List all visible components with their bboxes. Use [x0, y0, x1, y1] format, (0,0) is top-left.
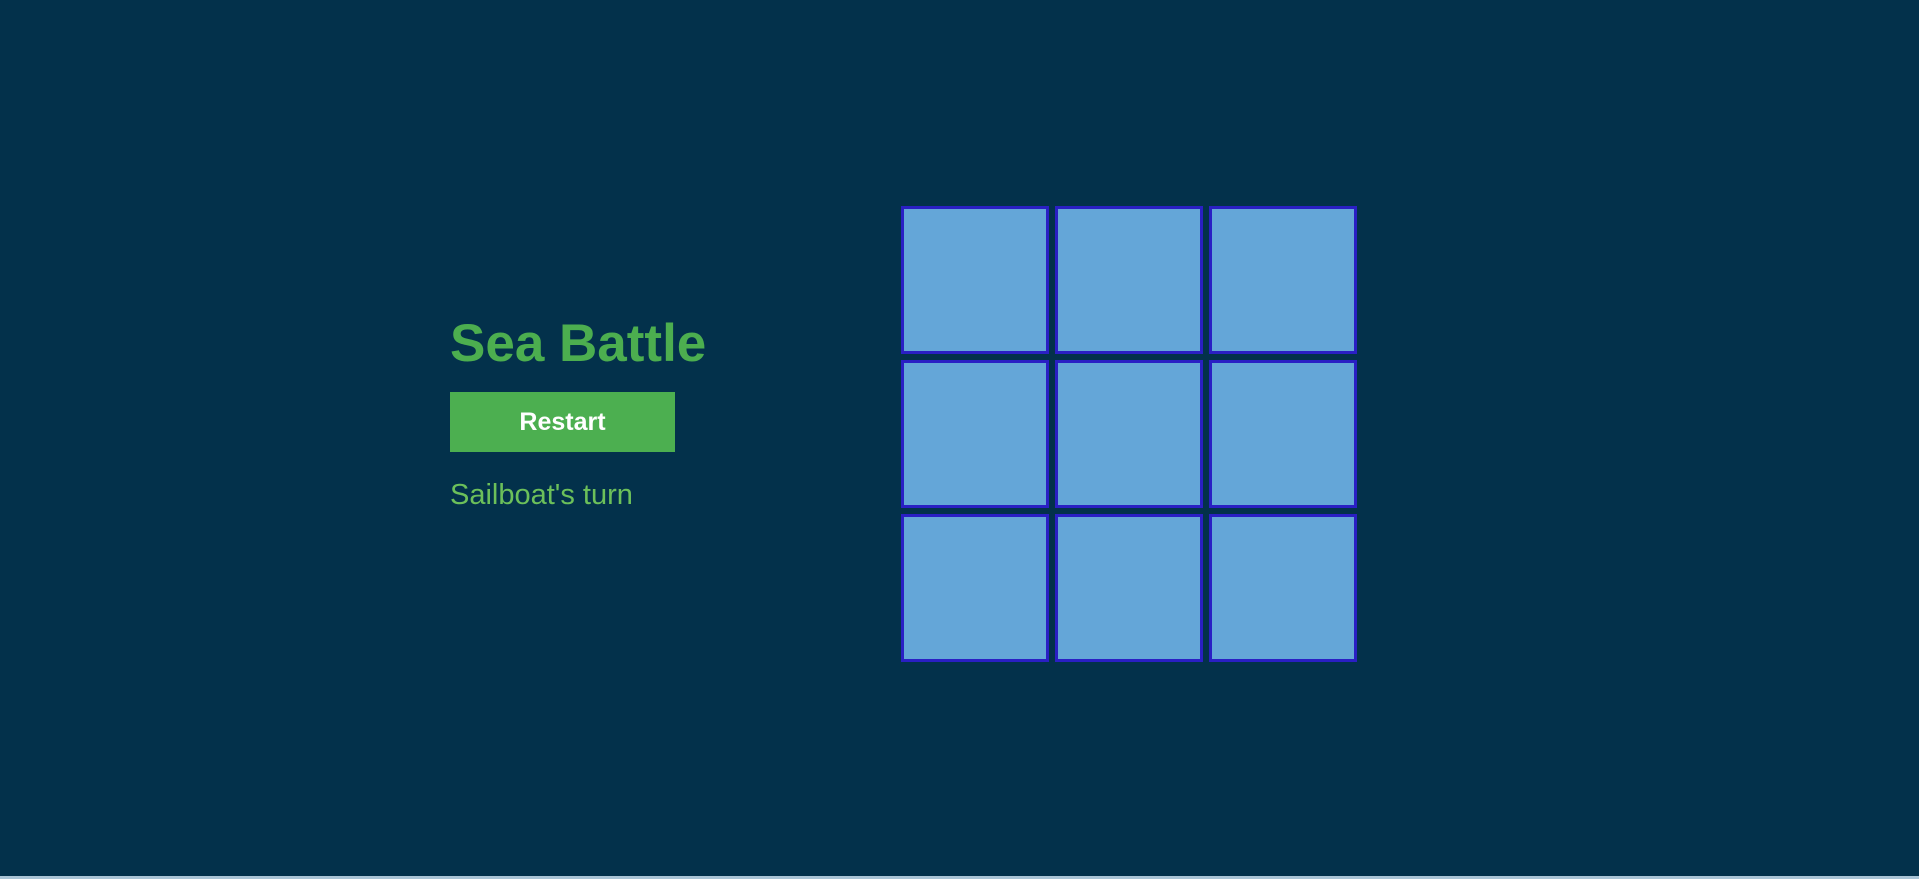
- board-cell-3-3[interactable]: [1209, 514, 1357, 662]
- board-cell-2-1[interactable]: [901, 360, 1049, 508]
- control-panel: Sea Battle Restart Sailboat's turn: [450, 312, 770, 512]
- game-title: Sea Battle: [450, 314, 707, 373]
- turn-status: Sailboat's turn: [450, 479, 633, 511]
- board-cell-3-1[interactable]: [901, 514, 1049, 662]
- restart-button[interactable]: Restart: [450, 392, 675, 452]
- game-board: [901, 206, 1357, 662]
- board-cell-2-3[interactable]: [1209, 360, 1357, 508]
- board-cell-1-1[interactable]: [901, 206, 1049, 354]
- board-cell-3-2[interactable]: [1055, 514, 1203, 662]
- game-page: Sea Battle Restart Sailboat's turn: [0, 0, 1919, 876]
- board-cell-1-2[interactable]: [1055, 206, 1203, 354]
- board-cell-1-3[interactable]: [1209, 206, 1357, 354]
- board-cell-2-2[interactable]: [1055, 360, 1203, 508]
